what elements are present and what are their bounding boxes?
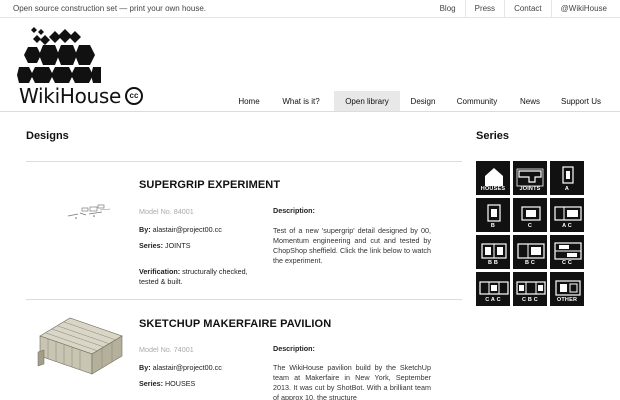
series-tile-bb[interactable]: B B (476, 235, 510, 269)
design-thumbnail-supergrip[interactable] (64, 200, 114, 229)
series-tile-other[interactable]: OTHER (550, 272, 584, 306)
nav-what-is-it[interactable]: What is it? (272, 91, 330, 111)
wikihouse-logo[interactable]: WikiHouse cc (17, 25, 152, 108)
verification-label: Verification: (139, 267, 181, 276)
by-label: By: (139, 363, 151, 372)
series-tile-a[interactable]: A (550, 161, 584, 195)
design-model-number: Model No. 74001 (139, 345, 194, 354)
nav-design[interactable]: Design (402, 91, 444, 111)
site-tagline: Open source construction set — print you… (13, 4, 206, 13)
description-label: Description: (273, 344, 315, 353)
series-tile-cc[interactable]: C C (550, 235, 584, 269)
series-tile-label: JOINTS (519, 186, 541, 192)
series-tile-label: A C (562, 223, 572, 229)
series-tile-bc[interactable]: B C (513, 235, 547, 269)
cc-badge-icon: cc (125, 87, 143, 105)
nav-community[interactable]: Community (448, 91, 506, 111)
supergrip-parts-image (67, 204, 111, 219)
pavilion-model-image (37, 317, 123, 375)
nav-home[interactable]: Home (230, 91, 268, 111)
design-author: By: alastair@project00.cc (139, 363, 265, 373)
series-tile-label: B B (487, 260, 499, 266)
design-author: By: alastair@project00.cc (139, 225, 265, 235)
nav-open-library[interactable]: Open library (334, 91, 400, 111)
series-tile-label: C B C (522, 297, 538, 303)
series-tile-label: C (527, 223, 533, 229)
top-link-contact[interactable]: Contact (504, 0, 551, 18)
series-value[interactable]: JOINTS (165, 241, 191, 250)
series-tile-cac[interactable]: C A C (476, 272, 510, 306)
by-label: By: (139, 225, 151, 234)
design-description: The WikiHouse pavilion build by the Sket… (273, 363, 431, 400)
top-link-press[interactable]: Press (464, 0, 504, 18)
design-series: Series: HOUSES (139, 379, 265, 389)
series-label: Series: (139, 379, 163, 388)
design-series: Series: JOINTS (139, 241, 265, 251)
author-email[interactable]: alastair@project00.cc (153, 363, 222, 372)
nav-support-us[interactable]: Support Us (552, 91, 610, 111)
design-model-number: Model No. 84001 (139, 207, 194, 216)
series-tile-label: OTHER (556, 297, 578, 303)
top-links: Blog Press Contact @WikiHouse (431, 0, 616, 18)
top-link-blog[interactable]: Blog (431, 0, 465, 18)
series-tile-label: B (490, 223, 496, 229)
top-bar: Open source construction set — print you… (0, 0, 620, 18)
main-nav: Home What is it? Open library Design Com… (230, 91, 610, 111)
series-tile-b[interactable]: B (476, 198, 510, 232)
description-label: Description: (273, 206, 315, 215)
series-tile-ac[interactable]: A C (550, 198, 584, 232)
designs-heading: Designs (26, 130, 69, 142)
series-tile-label: HOUSES (480, 186, 506, 192)
design-title-supergrip[interactable]: SUPERGRIP EXPERIMENT (139, 179, 280, 191)
design-description: Test of a new 'supergrip' detail designe… (273, 226, 431, 265)
series-tile-label: C A C (485, 297, 501, 303)
top-link-twitter[interactable]: @WikiHouse (550, 0, 616, 18)
hexagon-logo-icon (17, 27, 101, 83)
series-tile-label: B C (524, 260, 536, 266)
series-value[interactable]: HOUSES (165, 379, 195, 388)
series-tile-houses[interactable]: HOUSES (476, 161, 510, 195)
series-tile-c[interactable]: C (513, 198, 547, 232)
series-heading: Series (476, 130, 510, 142)
logo-wordmark: WikiHouse (19, 84, 122, 108)
design-thumbnail-pavilion[interactable] (30, 314, 128, 381)
series-tile-cbc[interactable]: C B C (513, 272, 547, 306)
design-verification: Verification: structurally checked, test… (139, 267, 263, 287)
divider (26, 161, 462, 162)
series-tile-label: C C (561, 260, 573, 266)
author-email[interactable]: alastair@project00.cc (153, 225, 222, 234)
design-title-pavilion[interactable]: SKETCHUP MAKERFAIRE PAVILION (139, 318, 331, 330)
nav-news[interactable]: News (512, 91, 548, 111)
series-tile-joints[interactable]: JOINTS (513, 161, 547, 195)
divider (26, 299, 462, 300)
series-tile-label: A (564, 186, 570, 192)
series-grid: HOUSES JOINTS A B C A C B B B C C C C A … (476, 161, 586, 306)
series-label: Series: (139, 241, 163, 250)
nav-divider (0, 111, 620, 112)
